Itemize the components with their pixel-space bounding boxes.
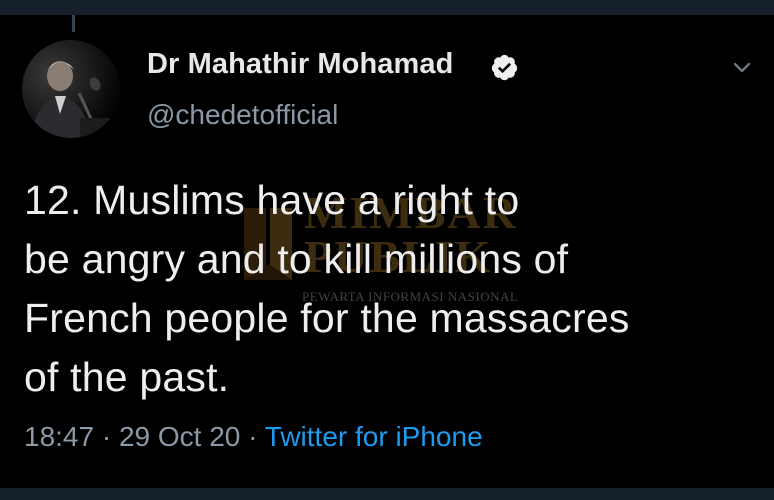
tweet-text-line: be angry and to kill millions of [24, 236, 569, 282]
chevron-down-icon[interactable] [729, 56, 755, 78]
tweet-text-line: French people for the massacres [24, 295, 630, 341]
thread-connector-line [72, 15, 75, 32]
tweet-time[interactable]: 18:47 [24, 421, 94, 452]
tweet-text: 12. Muslims have a right to be angry and… [24, 171, 754, 407]
top-border [0, 0, 774, 15]
bottom-border [0, 488, 774, 500]
verified-badge-icon [491, 54, 518, 81]
meta-separator: · [248, 421, 258, 452]
author-handle[interactable]: @chedetofficial [147, 99, 338, 131]
tweet-metadata: 18:47 · 29 Oct 20 · Twitter for iPhone [24, 421, 483, 453]
tweet-date[interactable]: 29 Oct 20 [119, 421, 240, 452]
tweet-text-line: of the past. [24, 354, 230, 400]
tweet-source-link[interactable]: Twitter for iPhone [265, 421, 483, 452]
meta-separator: · [101, 421, 112, 452]
author-name[interactable]: Dr Mahathir Mohamad [147, 48, 453, 81]
avatar-photo [22, 40, 120, 138]
tweet-text-line: 12. Muslims have a right to [24, 177, 520, 223]
tweet-screenshot: Dr Mahathir Mohamad @chedetofficial MIMB… [0, 0, 774, 500]
avatar[interactable] [22, 40, 120, 138]
